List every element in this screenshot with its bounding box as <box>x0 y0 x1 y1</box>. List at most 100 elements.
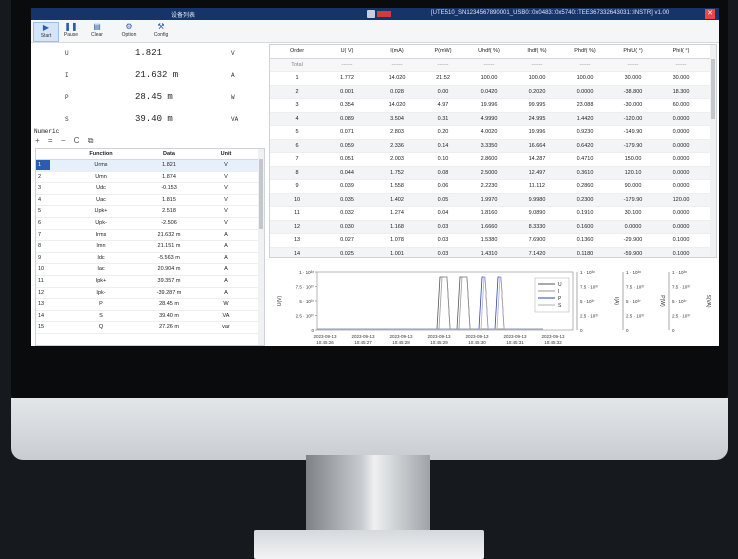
table-row[interactable]: 2 0.001 0.028 0.00 0.0420 0.2020 0.0000 -38.800… <box>270 85 716 99</box>
table-row[interactable]: 3 0.354 14.020 4.97 19.996 99.995 23.088 -30.00… <box>270 99 716 113</box>
record-indicator <box>377 11 391 17</box>
function-cell: P <box>99 301 103 308</box>
table-cell: 1.5380 <box>480 237 498 243</box>
data-cell: 20.904 m <box>157 266 181 273</box>
table-row[interactable]: 12 0.030 1.168 0.03 1.6660 8.3330 0.1600 0.0000… <box>270 220 716 234</box>
table-cell: Ihdf( %) <box>527 48 547 54</box>
start-button[interactable]: ▶ Start <box>33 22 59 42</box>
window-icon[interactable] <box>367 10 375 18</box>
copy-icon[interactable]: ⧉ <box>88 136 94 145</box>
right-tick-label: 0 <box>580 328 583 333</box>
unit-cell: V <box>224 208 228 215</box>
unit-cell: V <box>224 162 228 168</box>
remove-icon[interactable]: − <box>61 136 66 145</box>
config-button[interactable]: ⚒ Config <box>149 22 173 40</box>
legend-label: I <box>558 289 559 295</box>
table-row[interactable]: 10 0.035 1.402 0.05 1.9970 9.9980 0.2300 -179.9… <box>270 193 716 207</box>
table-row[interactable]: 7 0.051 2.003 0.10 2.8600 14.287 0.4710 150.00 0… <box>270 153 716 167</box>
table-row[interactable]: 6 Upk- -2.506 V <box>36 218 264 230</box>
table-cell: 12.497 <box>528 169 546 176</box>
table-row[interactable]: 8 0.044 1.752 0.08 2.5000 12.497 0.3610 120.10 0… <box>270 166 716 180</box>
table-row[interactable]: 7 Irms 21.632 m A <box>36 230 264 242</box>
row-index: 4 <box>38 196 42 203</box>
table-row[interactable]: 14 S 39.40 m VA <box>36 311 264 323</box>
table-cell: 0.001 <box>340 88 354 95</box>
unit-cell: var <box>222 324 230 331</box>
table-cell: 19.996 <box>480 102 498 108</box>
function-cell: S <box>99 312 103 319</box>
function-cell: Ipk- <box>96 289 106 296</box>
refresh-icon[interactable]: C <box>74 136 80 145</box>
table-row[interactable]: 12 Ipk- -39.287 m A <box>36 288 264 300</box>
table-cell: 0.03 <box>437 237 449 243</box>
data-cell: 39.40 m <box>159 312 179 319</box>
table-cell: 0.071 <box>340 129 354 135</box>
table-row[interactable]: 8 Imn 21.151 m A <box>36 241 264 253</box>
table-row[interactable]: 9 Idc -5.563 m A <box>36 253 264 265</box>
table-cell: 11 <box>294 210 300 216</box>
table-cell: 1.9970 <box>480 196 498 203</box>
table-cell: 0.027 <box>340 237 354 243</box>
function-cell: Q <box>98 324 104 331</box>
table-row[interactable]: 11 0.032 1.274 0.04 1.8160 9.0890 0.1910 30.100… <box>270 207 716 221</box>
play-icon: ▶ <box>42 23 50 32</box>
table-row[interactable]: 3 Udc -0.153 V <box>36 183 264 195</box>
add-icon[interactable]: + <box>35 136 40 145</box>
table-cell: 5 <box>295 129 299 135</box>
table-cell: 1.752 <box>390 169 404 176</box>
row-index: 10 <box>38 266 45 273</box>
y-axis-label: U(V) <box>277 296 283 307</box>
table-row[interactable]: 5 0.071 2.803 0.20 4.0020 19.996 0.9230 -149.90… <box>270 126 716 140</box>
data-cell: 2.518 <box>162 208 176 215</box>
x-tick-label: 10:45:27 <box>354 340 372 345</box>
scrollbar[interactable] <box>258 149 264 345</box>
x-tick-label: 10:45:30 <box>468 340 486 345</box>
data-cell: 21.151 m <box>157 243 181 250</box>
table-row[interactable]: 14 0.025 1.001 0.03 1.4310 7.1420 0.1180 -59.90… <box>270 247 716 257</box>
option-button[interactable]: ⚙ Option <box>117 22 141 40</box>
table-row[interactable]: 11 Ipk+ 39.357 m A <box>36 276 264 288</box>
table-row[interactable]: 1 1.772 14.020 21.52 100.00 100.00 100.00 30.00… <box>270 72 716 86</box>
table-cell: 12 <box>293 223 301 230</box>
table-row[interactable]: 13 0.027 1.078 0.03 1.5380 7.6900 0.1360 -29.90… <box>270 234 716 248</box>
table-cell: 9.9980 <box>528 196 546 203</box>
table-row[interactable]: 1 Urms 1.821 V <box>36 160 264 172</box>
function-cell: Irms <box>95 231 107 238</box>
equals-icon[interactable]: = <box>48 136 53 145</box>
row-index: 9 <box>38 254 42 261</box>
table-cell: 4.9990 <box>480 115 498 122</box>
table-row[interactable]: 13 P 28.45 m W <box>36 299 264 311</box>
table-cell: Uhdf( %) <box>478 48 500 54</box>
trend-chart: 0 2.5 · 10³⁷ 5 · 10³⁷ 7.5 · 10³⁷ 1 · 10³⁸ U(V… <box>273 264 717 346</box>
table-cell: -179.90 <box>623 196 643 203</box>
unit-cell: VA <box>222 312 230 319</box>
scrollbar[interactable] <box>710 45 716 257</box>
table-row[interactable]: 4 0.089 3.504 0.31 4.9990 24.995 1.4420 -120.00… <box>270 112 716 126</box>
table-row[interactable]: 2 Umn 1.874 V <box>36 172 264 184</box>
table-cell: 30.000 <box>672 75 690 81</box>
x-tick-label: 10:45:26 <box>316 340 334 345</box>
meter-panel: U 1.821 V I 21.632 m A P 28.45 m W S 39.… <box>35 44 267 128</box>
table-row[interactable]: 4 Uac 1.815 V <box>36 195 264 207</box>
table-cell: 0.028 <box>390 88 404 95</box>
table-cell: 0.0000 <box>672 156 690 162</box>
data-cell: 28.45 m <box>159 301 179 308</box>
close-icon[interactable]: ✕ <box>705 9 715 19</box>
table-cell: 0.032 <box>340 210 354 216</box>
x-tick-label: 10:45:32 <box>544 340 562 345</box>
table-cell: 1 <box>295 75 299 81</box>
table-cell: 3 <box>295 102 299 108</box>
table-cell: 1.402 <box>390 196 404 203</box>
table-cell: 1.8160 <box>480 210 498 216</box>
table-cell: 0.06 <box>437 183 449 189</box>
table-cell: 0.1000 <box>672 250 690 257</box>
clear-button[interactable]: ▤ Clear <box>85 22 109 40</box>
table-row[interactable]: 5 Upk+ 2.518 V <box>36 206 264 218</box>
table-row[interactable]: 15 Q 27.26 m var <box>36 322 264 334</box>
table-row[interactable]: 10 Iac 20.904 m A <box>36 264 264 276</box>
chart-svg: 0 2.5 · 10³⁷ 5 · 10³⁷ 7.5 · 10³⁷ 1 · 10³⁸ U(V… <box>277 270 711 345</box>
table-row[interactable]: 6 0.059 2.336 0.14 3.3350 16.664 0.6420 -179.90… <box>270 139 716 153</box>
table-row[interactable]: 9 0.039 1.558 0.06 2.2230 11.112 0.2860 90.000 0… <box>270 180 716 194</box>
table-cell: 0.0000 <box>672 183 690 189</box>
pause-button[interactable]: ❚❚ Pause <box>59 22 83 40</box>
